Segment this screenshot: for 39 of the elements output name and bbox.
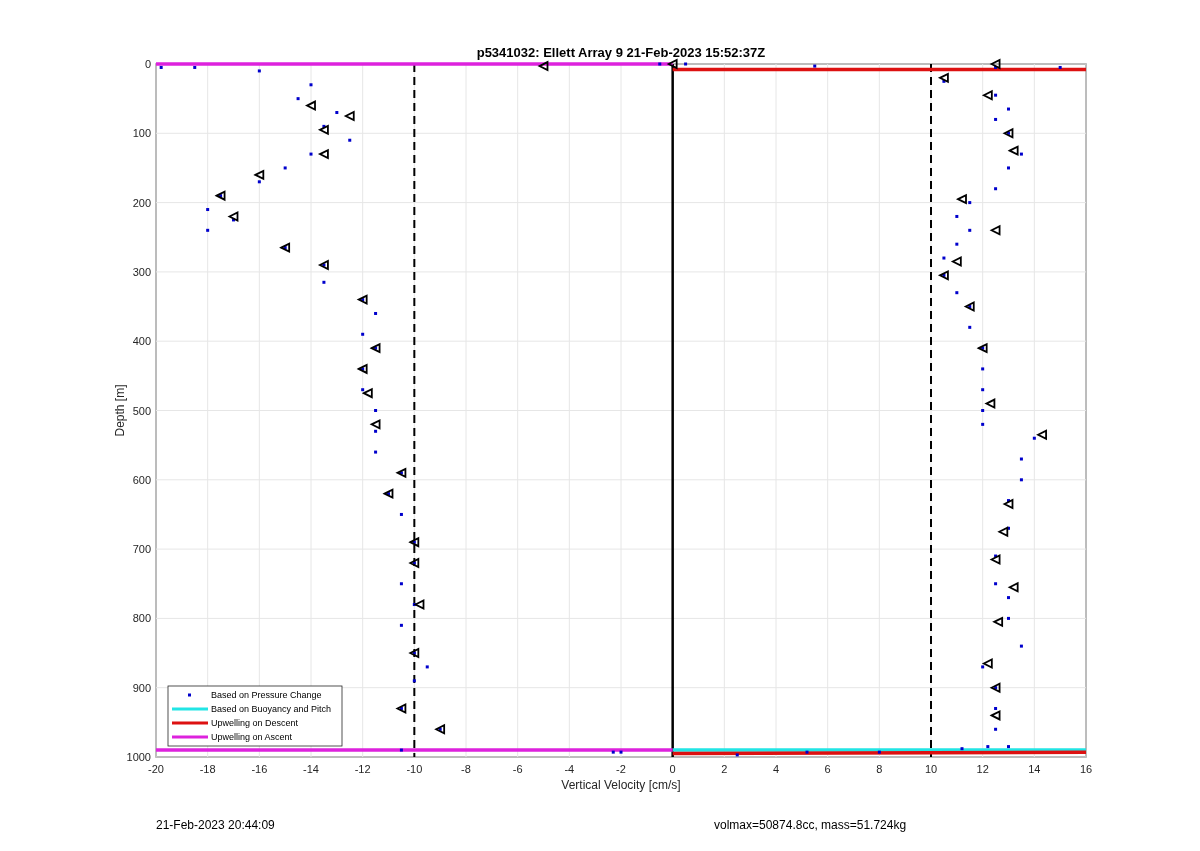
tick-label: 200 bbox=[132, 196, 151, 209]
tick-label: 800 bbox=[132, 612, 151, 625]
tick-label: -20 bbox=[148, 763, 164, 775]
tick-label: -4 bbox=[564, 763, 575, 775]
tick-label: 14 bbox=[1028, 763, 1041, 775]
tick-label: 8 bbox=[876, 763, 883, 775]
tick-label: 4 bbox=[772, 763, 780, 775]
tick-label: -6 bbox=[512, 763, 523, 775]
tick-label: 0 bbox=[144, 58, 151, 70]
tick-label: 12 bbox=[976, 763, 989, 775]
tick-label: 100 bbox=[132, 127, 151, 140]
chart-title: p5341032: Ellett Array 9 21-Feb-2023 15:52:37Z bbox=[476, 45, 766, 60]
tick-label: -8 bbox=[461, 763, 471, 775]
tick-label: 900 bbox=[132, 681, 151, 694]
legend-label: Based on Pressure Change bbox=[211, 690, 322, 700]
tick-label: 0 bbox=[669, 763, 676, 775]
legend-label: Based on Buoyancy and Pitch bbox=[211, 704, 332, 714]
tick-label: -16 bbox=[251, 763, 268, 775]
tick-label: -18 bbox=[199, 763, 216, 775]
tick-label: -2 bbox=[616, 763, 626, 775]
tick-label: 700 bbox=[132, 543, 151, 556]
tick-label: -14 bbox=[303, 763, 319, 775]
tick-label: 2 bbox=[721, 763, 728, 775]
x-axis-label: Vertical Velocity [cm/s] bbox=[561, 778, 681, 792]
parameters-text: volmax=50874.8cc, mass=51.724kg bbox=[714, 818, 908, 832]
y-axis-label: Depth [m] bbox=[113, 384, 127, 437]
tick-label: 300 bbox=[132, 265, 151, 278]
tick-label: 600 bbox=[132, 473, 151, 486]
tick-label: 10 bbox=[924, 763, 938, 775]
legend-label: Upwelling on Ascent bbox=[211, 732, 293, 742]
tick-label: 500 bbox=[132, 404, 151, 417]
tick-label: 16 bbox=[1079, 763, 1093, 775]
legend-label: Upwelling on Descent bbox=[211, 718, 299, 728]
timestamp-text: 21-Feb-2023 20:44:09 bbox=[156, 818, 276, 832]
tick-label: 6 bbox=[824, 763, 831, 775]
tick-label: 400 bbox=[132, 335, 151, 348]
tick-label: -12 bbox=[354, 763, 371, 775]
tick-label: 1000 bbox=[126, 751, 151, 763]
tick-label: -10 bbox=[406, 763, 423, 775]
